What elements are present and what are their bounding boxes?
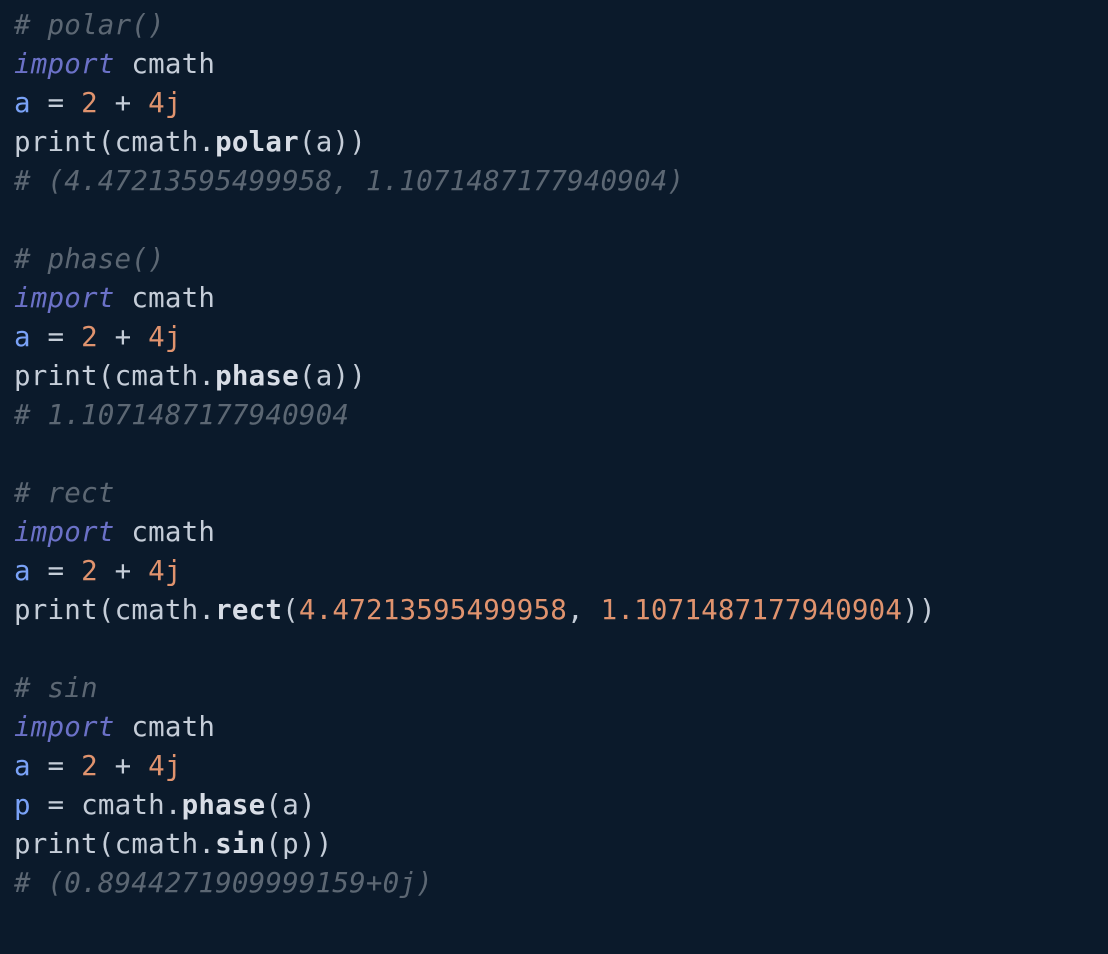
module-name: cmath bbox=[131, 48, 215, 80]
variable: p bbox=[14, 789, 31, 821]
imaginary-literal: 4j bbox=[148, 87, 182, 119]
operator-eq: = bbox=[48, 87, 65, 119]
call-print: print bbox=[14, 594, 98, 626]
keyword-import: import bbox=[14, 48, 115, 80]
function-phase: phase bbox=[182, 789, 266, 821]
function-polar: polar bbox=[215, 126, 299, 158]
call-print: print bbox=[14, 126, 98, 158]
keyword-import: import bbox=[14, 282, 115, 314]
comment-output: # 1.1071487177940904 bbox=[14, 399, 349, 431]
call-print: print bbox=[14, 828, 98, 860]
module-name: cmath bbox=[131, 282, 215, 314]
call-print: print bbox=[14, 360, 98, 392]
variable: a bbox=[14, 321, 31, 353]
function-rect: rect bbox=[215, 594, 282, 626]
comment-output: # (0.8944271909999159+0j) bbox=[14, 867, 433, 899]
comment-output: # (4.47213595499958, 1.1071487177940904) bbox=[14, 165, 684, 197]
comment: # polar() bbox=[14, 9, 165, 41]
operator-plus: + bbox=[115, 87, 132, 119]
identifier: cmath bbox=[115, 126, 199, 158]
number: 2 bbox=[81, 87, 98, 119]
float-literal: 4.47213595499958 bbox=[299, 594, 567, 626]
keyword-import: import bbox=[14, 711, 115, 743]
comment: # sin bbox=[14, 672, 98, 704]
keyword-import: import bbox=[14, 516, 115, 548]
variable: a bbox=[14, 87, 31, 119]
code-block: # polar() import cmath a = 2 + 4j print(… bbox=[0, 0, 1108, 903]
comment: # phase() bbox=[14, 243, 165, 275]
comment: # rect bbox=[14, 477, 115, 509]
function-sin: sin bbox=[215, 828, 265, 860]
float-literal: 1.1071487177940904 bbox=[601, 594, 903, 626]
function-phase: phase bbox=[215, 360, 299, 392]
